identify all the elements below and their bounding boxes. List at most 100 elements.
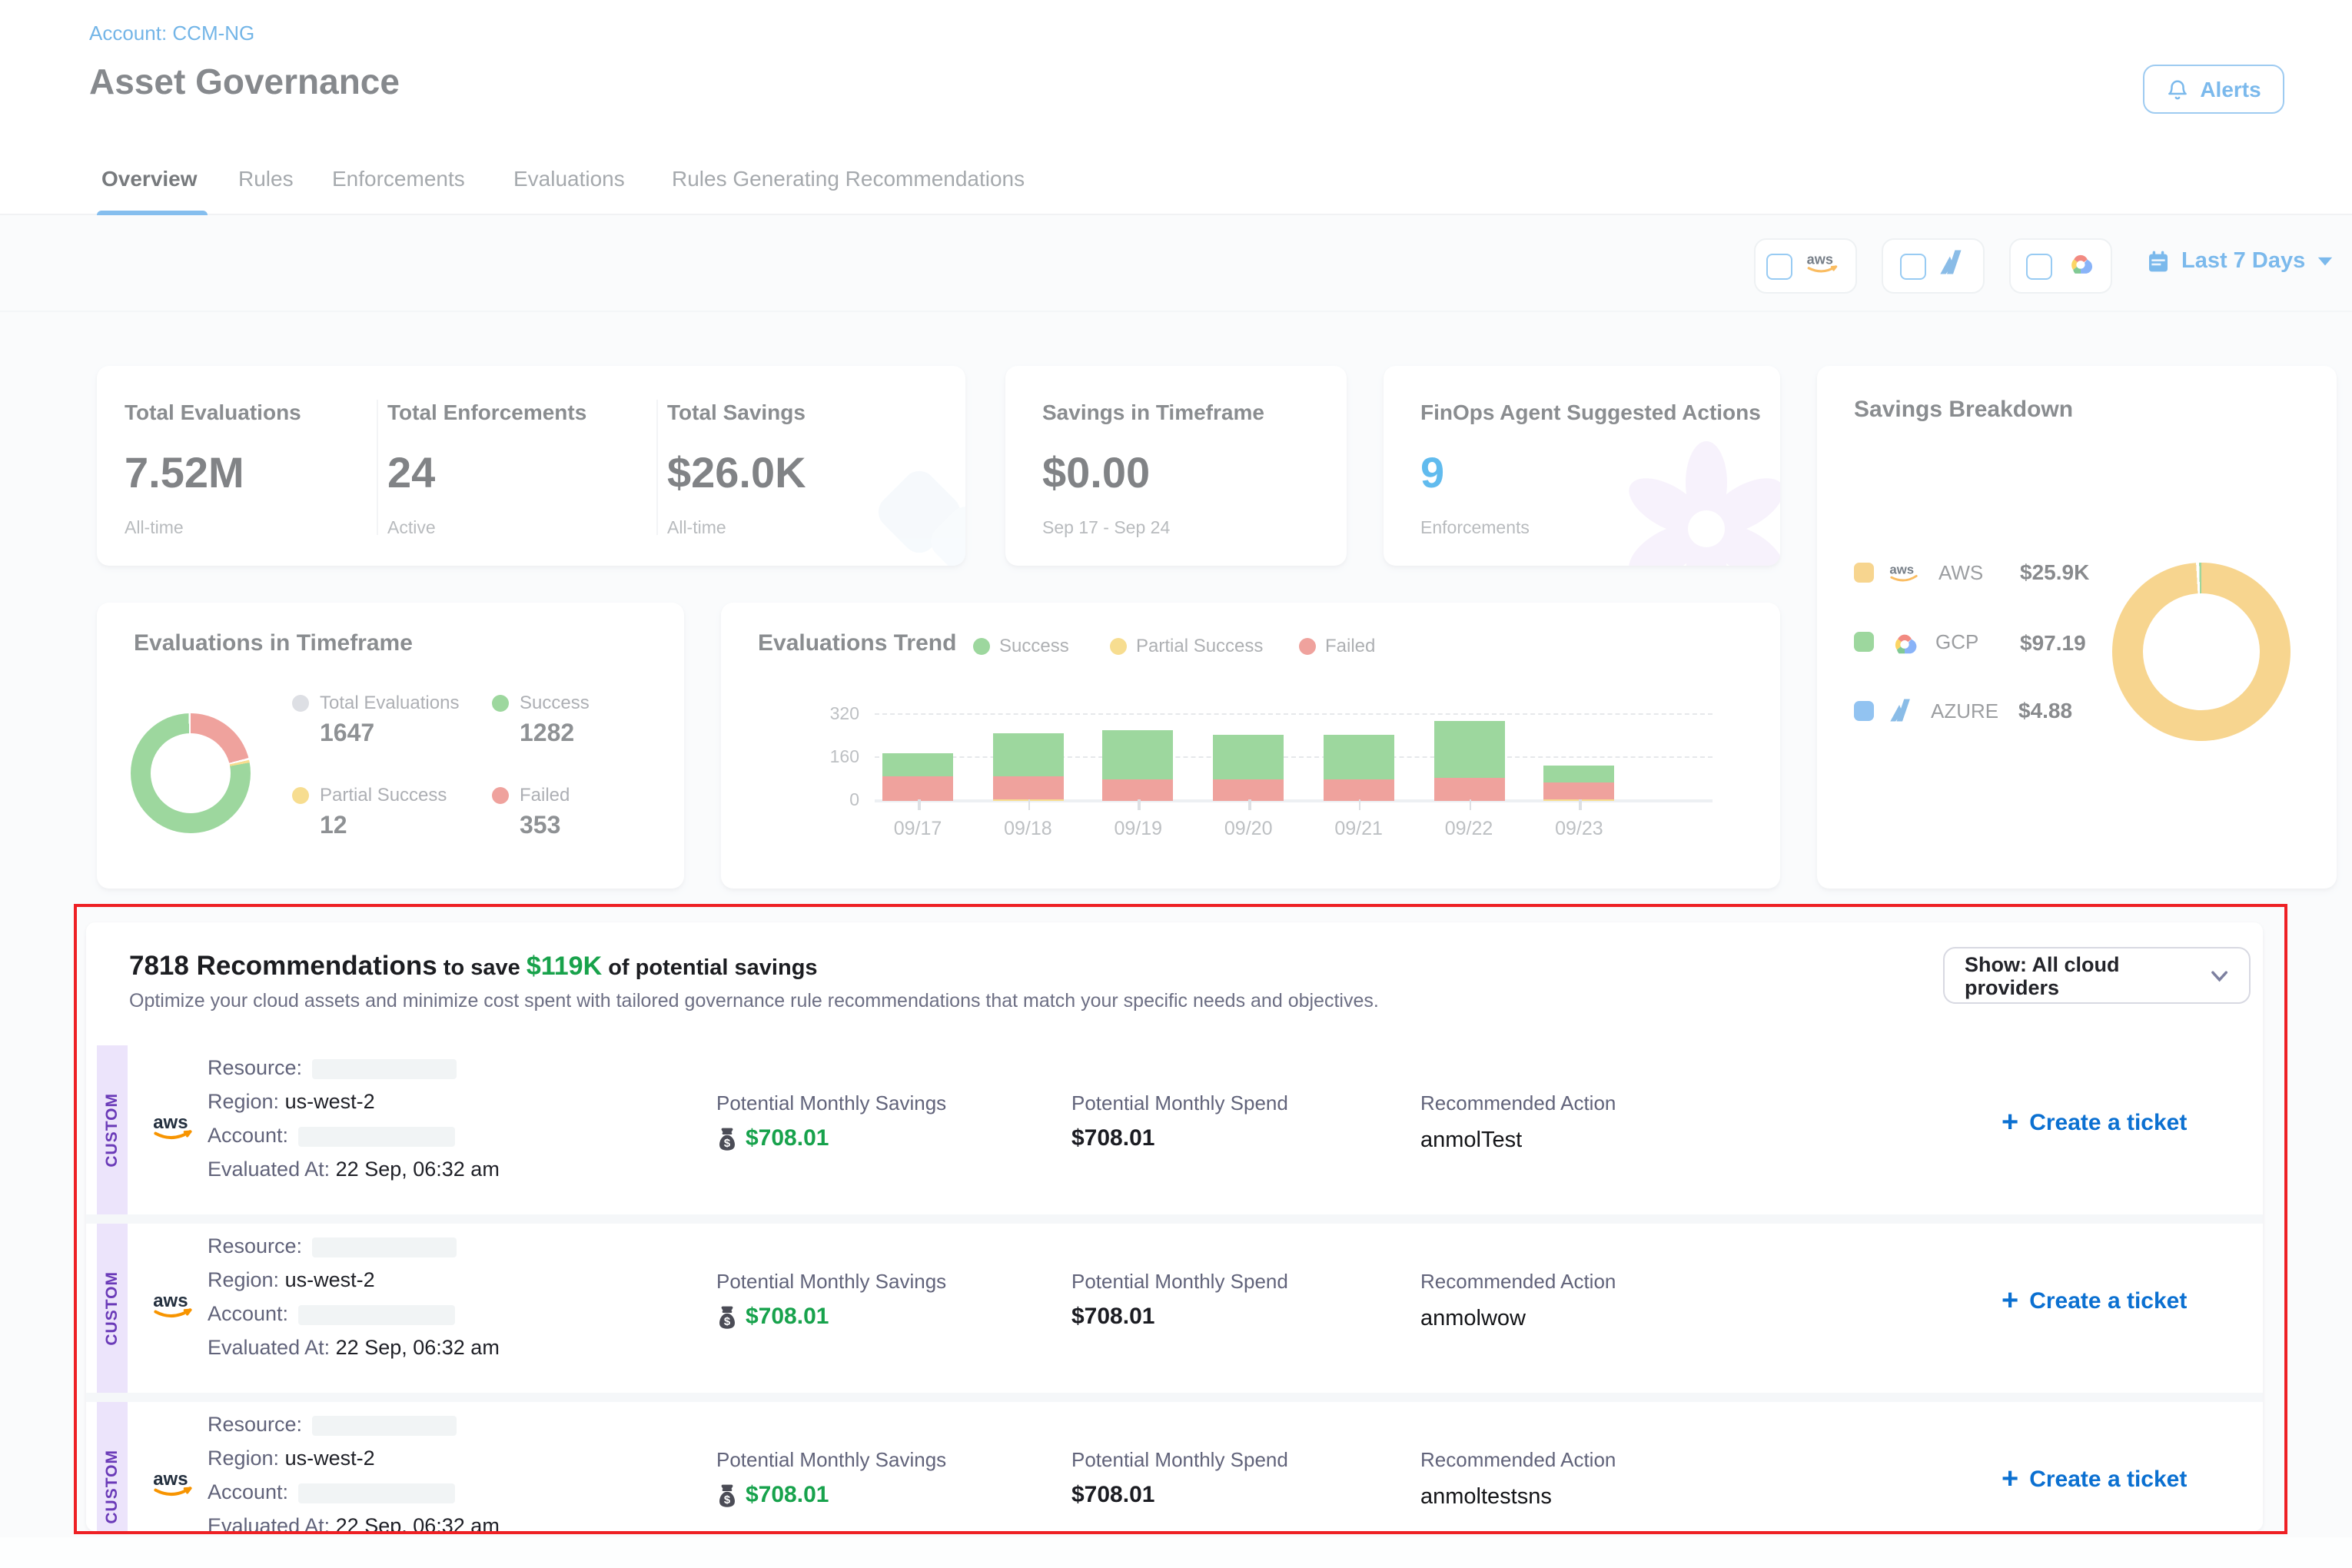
- legend-item-total-evaluations: Total Evaluations 1647: [292, 692, 492, 749]
- create-ticket-button[interactable]: +Create a ticket: [2002, 1467, 2187, 1493]
- filter-chip-azure[interactable]: [1882, 238, 1985, 294]
- spend-column-label: Potential Monthly Spend: [1071, 1091, 1288, 1115]
- alerts-button[interactable]: Alerts: [2143, 65, 2284, 114]
- gcp-logo-icon: [2064, 249, 2096, 283]
- totals-stat-card: Total Evaluations 7.52M All-time Total E…: [97, 366, 965, 566]
- spend-column-label: Potential Monthly Spend: [1071, 1448, 1288, 1471]
- aws-logo-icon: aws: [1805, 249, 1845, 283]
- recommended-action-value: anmolwow: [1420, 1307, 1526, 1331]
- custom-tag: CUSTOM: [97, 1045, 128, 1214]
- chevron-down-icon: [2316, 255, 2333, 267]
- recommendations-title: 7818 Recommendations to save $119K of po…: [129, 950, 818, 982]
- azure-logo-icon: [1888, 698, 1917, 723]
- aws-logo-icon: aws: [151, 1110, 200, 1150]
- gcp-checkbox[interactable]: [2025, 253, 2051, 279]
- stat-sub: All-time: [667, 520, 806, 538]
- finops-actions-card: FinOps Agent Suggested Actions 9 Enforce…: [1384, 366, 1780, 566]
- x-axis-label: 09/23: [1555, 818, 1603, 839]
- stat-label: Total Enforcements: [387, 400, 586, 424]
- redacted-resource-value: [311, 1416, 456, 1436]
- spend-column-label: Potential Monthly Spend: [1071, 1270, 1288, 1293]
- tab-rules[interactable]: Rules: [238, 166, 294, 191]
- savings-timeframe-card: Savings in Timeframe $0.00 Sep 17 - Sep …: [1005, 366, 1347, 566]
- tab-evaluations[interactable]: Evaluations: [513, 166, 625, 191]
- plus-icon: +: [2002, 1468, 2018, 1491]
- recommendations-panel: 7818 Recommendations to save $119K of po…: [86, 922, 2263, 1531]
- redacted-account-value: [297, 1127, 454, 1147]
- stat-label: Total Evaluations: [125, 400, 301, 424]
- potential-spend-value: $708.01: [1071, 1304, 1154, 1330]
- trend-bar: [882, 754, 953, 801]
- stat-sub: Sep 17 - Sep 24: [1042, 520, 1264, 538]
- legend-item-aws: aws AWS $25.9K: [1854, 560, 2089, 584]
- legend-item-azure: AZURE $4.88: [1854, 698, 2072, 723]
- savings-breakdown-card: Savings Breakdown aws AWS $25.9K GCP $97…: [1817, 366, 2337, 889]
- create-ticket-button[interactable]: +Create a ticket: [2002, 1110, 2187, 1136]
- money-bag-icon: $: [716, 1483, 738, 1507]
- plus-icon: +: [2002, 1290, 2018, 1313]
- redacted-account-value: [297, 1305, 454, 1325]
- resource-details: Resource: Region: us-west-2 Account: Eva…: [208, 1408, 500, 1531]
- tab-overview[interactable]: Overview: [101, 166, 198, 191]
- gcp-logo-icon: [1888, 629, 1922, 655]
- savings-column-label: Potential Monthly Savings: [716, 1270, 946, 1293]
- trend-bar: [1543, 765, 1614, 801]
- create-ticket-button[interactable]: +Create a ticket: [2002, 1288, 2187, 1314]
- tab-rules-generating-recommendations[interactable]: Rules Generating Recommendations: [672, 166, 1025, 191]
- calendar-icon: [2146, 249, 2171, 274]
- recommended-action-value: anmoltestsns: [1420, 1485, 1552, 1510]
- potential-spend-value: $708.01: [1071, 1482, 1154, 1508]
- svg-text:aws: aws: [153, 1469, 188, 1490]
- svg-text:aws: aws: [153, 1291, 188, 1311]
- aws-logo-icon: aws: [151, 1288, 200, 1328]
- divider: [377, 400, 378, 535]
- stat-value: $26.0K: [667, 449, 806, 498]
- savings-column-label: Potential Monthly Savings: [716, 1091, 946, 1115]
- stat-label: Total Savings: [667, 400, 806, 424]
- divider: [0, 311, 2352, 312]
- page-title: Asset Governance: [89, 61, 400, 103]
- card-title: Savings Breakdown: [1854, 397, 2073, 423]
- custom-tag: CUSTOM: [97, 1402, 128, 1531]
- potential-savings-value: $ $708.01: [716, 1482, 829, 1508]
- resource-details: Resource: Region: us-west-2 Account: Eva…: [208, 1051, 500, 1187]
- redacted-account-value: [297, 1483, 454, 1503]
- tab-enforcements[interactable]: Enforcements: [332, 166, 465, 191]
- potential-savings-value: $ $708.01: [716, 1125, 829, 1151]
- recommendation-row: CUSTOM aws Resource: Region: us-west-2 A…: [86, 1045, 2263, 1214]
- azure-logo-icon: [1938, 249, 1967, 283]
- aws-checkbox[interactable]: [1766, 253, 1792, 279]
- stat-label: FinOps Agent Suggested Actions: [1420, 400, 1761, 424]
- action-column-label: Recommended Action: [1420, 1448, 1616, 1471]
- filter-chip-gcp[interactable]: [2009, 238, 2112, 294]
- account-breadcrumb[interactable]: Account: CCM-NG: [89, 22, 254, 45]
- recommended-action-value: anmolTest: [1420, 1128, 1522, 1153]
- stat-value: $0.00: [1042, 449, 1264, 498]
- svg-text:aws: aws: [1889, 562, 1914, 576]
- row-divider: [86, 1214, 2263, 1224]
- action-column-label: Recommended Action: [1420, 1091, 1616, 1115]
- cloud-provider-filter-dropdown[interactable]: Show: All cloud providers: [1943, 947, 2251, 1004]
- savings-column-label: Potential Monthly Savings: [716, 1448, 946, 1471]
- stat-sub: All-time: [125, 520, 301, 538]
- stat-value: 24: [387, 449, 586, 498]
- filter-chip-aws[interactable]: aws: [1754, 238, 1857, 294]
- redacted-resource-value: [311, 1059, 456, 1079]
- aws-logo-icon: aws: [1888, 560, 1925, 584]
- tab-bar: Overview Rules Enforcements Evaluations …: [0, 148, 2352, 215]
- flower-watermark: [1614, 437, 1780, 566]
- trend-bar: [1433, 720, 1504, 801]
- aws-logo-icon: aws: [151, 1467, 200, 1507]
- divider: [656, 400, 658, 535]
- custom-tag: CUSTOM: [97, 1224, 128, 1393]
- plus-icon: +: [2002, 1111, 2018, 1134]
- redacted-resource-value: [311, 1237, 456, 1257]
- money-bag-icon: $: [716, 1304, 738, 1329]
- svg-text:aws: aws: [153, 1112, 188, 1133]
- x-axis-label: 09/18: [1004, 818, 1052, 839]
- active-tab-underline: [97, 211, 208, 215]
- stat-value: 7.52M: [125, 449, 301, 498]
- date-range-picker[interactable]: Last 7 Days: [2146, 249, 2333, 274]
- svg-text:$: $: [724, 1493, 731, 1506]
- azure-checkbox[interactable]: [1899, 253, 1925, 279]
